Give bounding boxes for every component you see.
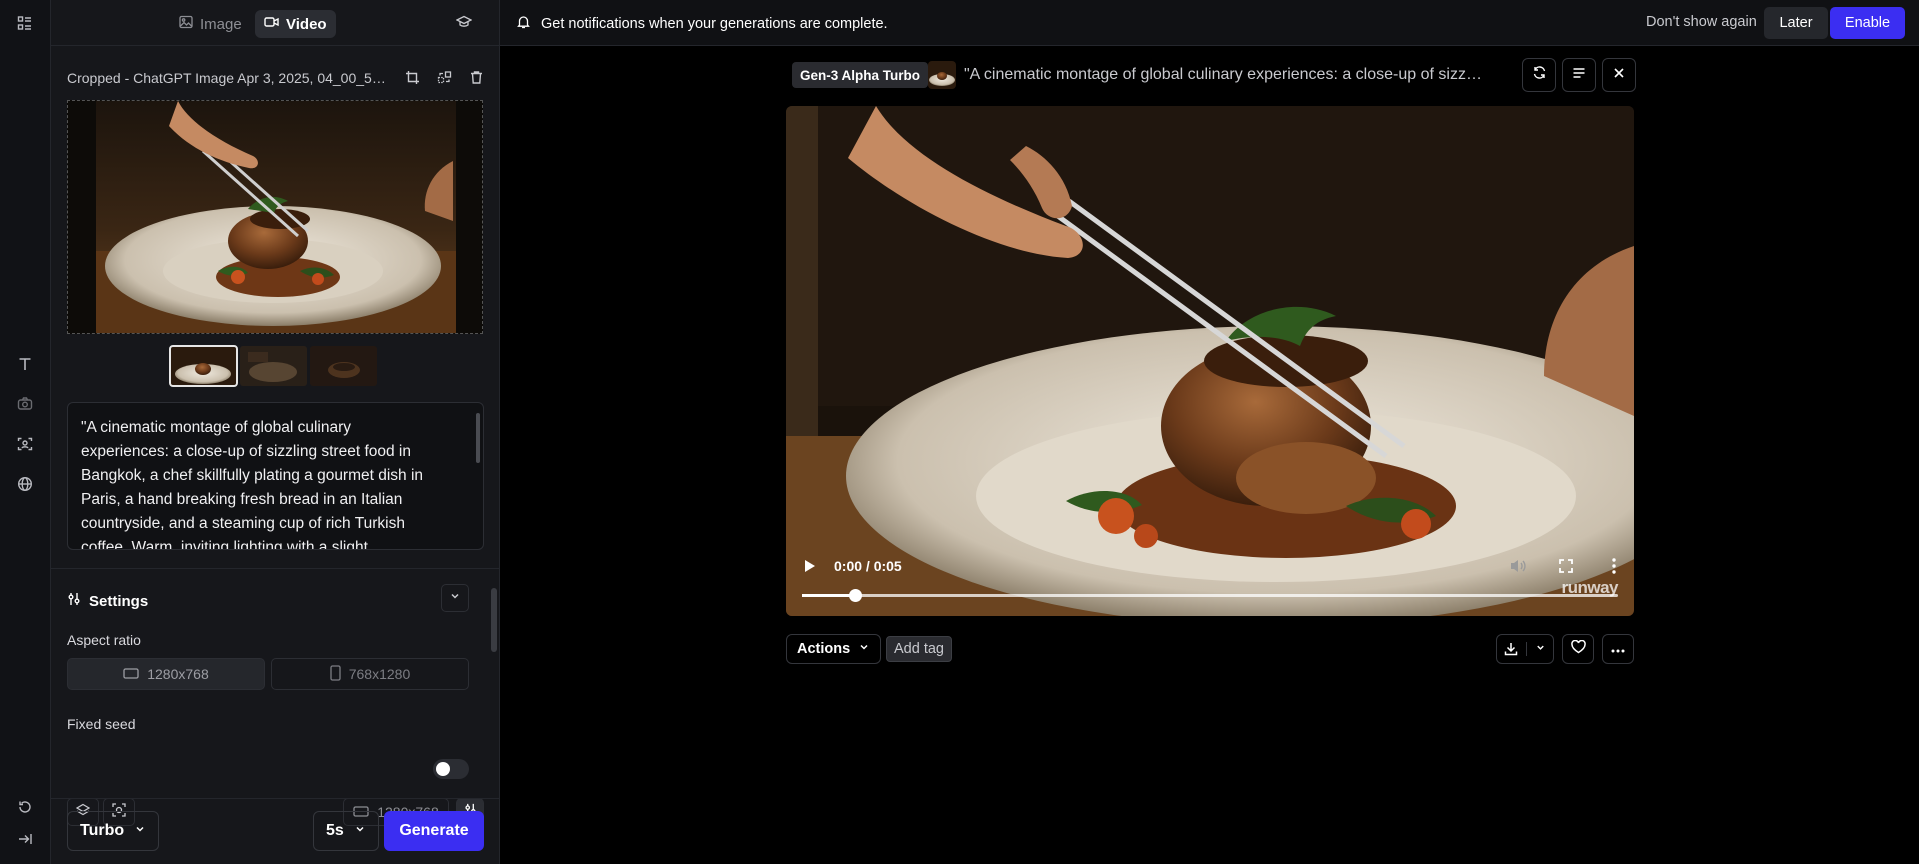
refresh-icon <box>1532 65 1547 85</box>
duration-select-value: 5s <box>326 822 344 839</box>
more-horizontal-icon <box>1611 640 1625 658</box>
undo-icon[interactable] <box>14 796 36 818</box>
settings-header[interactable]: Settings <box>67 592 148 610</box>
notification-message: Get notifications when your generations … <box>516 14 888 33</box>
aspect-landscape-label: 1280x768 <box>147 666 209 682</box>
video-controls: 0:00 / 0:05 <box>786 536 1634 616</box>
image-icon <box>179 15 193 33</box>
globe-icon[interactable] <box>14 473 36 495</box>
details-icon <box>1572 66 1586 85</box>
aspect-ratio-label: Aspect ratio <box>67 632 141 648</box>
video-progress-knob[interactable] <box>849 589 863 602</box>
details-button[interactable] <box>1562 58 1596 92</box>
chevron-down-icon <box>134 822 146 840</box>
asset-file-name: Cropped - ChatGPT Image Apr 3, 2025, 04_… <box>67 70 387 86</box>
more-vertical-icon[interactable] <box>1604 556 1624 576</box>
dont-show-again-button[interactable]: Don't show again <box>1646 14 1757 30</box>
left-rail <box>0 0 51 864</box>
actions-button[interactable]: Actions <box>786 634 882 664</box>
generate-button[interactable]: Generate <box>384 811 484 851</box>
rerun-button[interactable] <box>1522 58 1556 92</box>
tab-image-label: Image <box>200 15 242 33</box>
thumbnail[interactable] <box>240 346 307 386</box>
video-progress-track[interactable] <box>802 589 1618 602</box>
image-thumbnails <box>169 345 377 387</box>
fixed-seed-label: Fixed seed <box>67 716 136 732</box>
aspect-landscape-button[interactable]: 1280x768 <box>67 658 265 690</box>
download-button[interactable] <box>1496 634 1554 664</box>
portrait-icon <box>330 664 341 684</box>
input-image-preview[interactable] <box>67 100 483 334</box>
aspect-portrait-button[interactable]: 768x1280 <box>271 658 469 690</box>
later-button[interactable]: Later <box>1764 7 1828 39</box>
mode-bar: Image Video <box>51 0 500 46</box>
video-icon <box>264 15 279 33</box>
heart-icon <box>1570 639 1586 659</box>
generation-header: Gen-3 Alpha Turbo "A cinematic montage o… <box>786 58 1636 92</box>
aspect-portrait-label: 768x1280 <box>348 666 411 682</box>
landscape-icon <box>123 666 139 682</box>
thumbnail[interactable] <box>169 345 238 387</box>
model-select-value: Turbo <box>80 822 125 839</box>
settings-title: Settings <box>89 592 149 610</box>
face-scan-icon[interactable] <box>14 433 36 455</box>
download-icon <box>1504 642 1527 656</box>
duration-select[interactable]: 5s <box>313 811 379 851</box>
divider <box>51 568 500 569</box>
runway-watermark: runway <box>1561 578 1618 597</box>
generation-panel: Image Video Cropped - ChatGPT Image Apr … <box>51 0 500 864</box>
layout-list-icon[interactable] <box>14 12 36 34</box>
more-button[interactable] <box>1602 634 1634 664</box>
camera-icon[interactable] <box>14 393 36 415</box>
chevron-down-icon <box>354 822 366 840</box>
generation-thumbnail[interactable] <box>928 61 956 89</box>
result-actions: Actions Add tag <box>786 634 1634 664</box>
play-icon[interactable] <box>800 556 820 576</box>
food-photo <box>68 101 482 333</box>
tab-video[interactable]: Video <box>255 10 336 38</box>
prompt-textarea[interactable]: "A cinematic montage of global culinary … <box>67 402 484 550</box>
chevron-down-icon <box>858 641 870 657</box>
enable-button[interactable]: Enable <box>1830 7 1905 39</box>
chevron-down-icon <box>449 589 461 607</box>
sliders-icon <box>67 592 81 610</box>
fixed-seed-toggle[interactable] <box>433 759 469 779</box>
model-select[interactable]: Turbo <box>67 811 160 851</box>
asset-actions <box>401 66 487 88</box>
actions-label: Actions <box>797 641 851 657</box>
chevron-down-icon <box>1535 640 1546 658</box>
notification-bar: Get notifications when your generations … <box>500 0 1919 46</box>
add-tag-button[interactable]: Add tag <box>886 636 952 662</box>
close-icon <box>1613 66 1625 84</box>
tab-image[interactable]: Image <box>170 10 251 38</box>
trash-icon[interactable] <box>465 66 487 88</box>
collapse-icon[interactable] <box>14 828 36 850</box>
generation-title: "A cinematic montage of global culinary … <box>964 66 1484 83</box>
crop-icon[interactable] <box>401 66 423 88</box>
notification-text: Get notifications when your generations … <box>541 15 888 32</box>
prompt-text: "A cinematic montage of global culinary … <box>81 419 424 550</box>
generate-bar: Turbo 5s Generate <box>51 798 500 864</box>
app-root: Image Video Cropped - ChatGPT Image Apr … <box>0 0 1919 864</box>
prompt-scrollbar[interactable] <box>476 413 480 463</box>
thumbnail[interactable] <box>310 346 377 386</box>
settings-collapse-button[interactable] <box>441 584 469 612</box>
panel-scrollbar[interactable] <box>491 588 497 652</box>
asset-row: Cropped - ChatGPT Image Apr 3, 2025, 04_… <box>67 66 487 90</box>
video-time: 0:00 / 0:05 <box>834 558 902 574</box>
close-button[interactable] <box>1602 58 1636 92</box>
fullscreen-icon[interactable] <box>1556 556 1576 576</box>
tab-video-label: Video <box>286 15 327 33</box>
bell-icon <box>516 14 531 33</box>
text-icon[interactable] <box>14 353 36 375</box>
model-badge: Gen-3 Alpha Turbo <box>792 62 928 88</box>
swap-icon[interactable] <box>433 66 455 88</box>
video-progress-fill <box>802 594 856 597</box>
volume-icon[interactable] <box>1508 556 1528 576</box>
academy-icon[interactable] <box>455 14 473 35</box>
panel-content: Cropped - ChatGPT Image Apr 3, 2025, 04_… <box>51 46 500 826</box>
favorite-button[interactable] <box>1562 634 1594 664</box>
video-player[interactable]: 0:00 / 0:05 runway <box>786 106 1634 616</box>
